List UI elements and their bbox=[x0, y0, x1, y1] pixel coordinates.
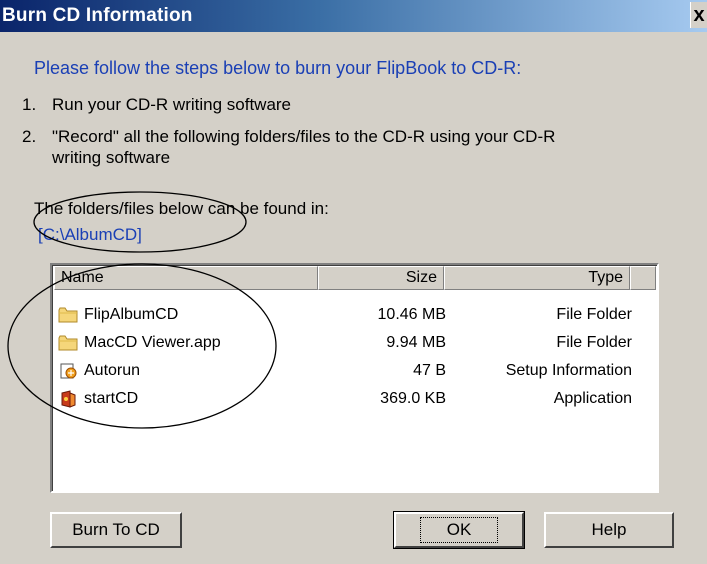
step-2-number: 2. bbox=[22, 127, 37, 146]
file-size: 47 B bbox=[413, 362, 446, 379]
ok-label: OK bbox=[419, 517, 499, 543]
file-size: 9.94 MB bbox=[386, 334, 446, 351]
list-item[interactable]: startCD 369.0 KB Application bbox=[56, 387, 646, 411]
title-bar: Burn CD Information x bbox=[0, 0, 707, 32]
file-type: File Folder bbox=[556, 334, 632, 351]
list-item[interactable]: MacCD Viewer.app 9.94 MB File Folder bbox=[56, 331, 646, 355]
burn-to-cd-label: Burn To CD bbox=[72, 520, 160, 539]
list-item[interactable]: FlipAlbumCD 10.46 MB File Folder bbox=[56, 303, 646, 327]
help-button[interactable]: Help bbox=[544, 512, 674, 548]
folder-icon bbox=[58, 307, 78, 323]
file-name: startCD bbox=[84, 390, 139, 407]
file-name: FlipAlbumCD bbox=[84, 306, 179, 323]
help-label: Help bbox=[591, 520, 627, 539]
column-header-name-label: Name bbox=[61, 269, 104, 286]
intro-text: Please follow the steps below to burn yo… bbox=[34, 58, 522, 78]
column-header-name[interactable]: Name bbox=[54, 266, 318, 290]
file-size: 369.0 KB bbox=[380, 390, 446, 407]
file-name: Autorun bbox=[84, 362, 141, 379]
file-size: 10.46 MB bbox=[377, 306, 446, 323]
file-type: Application bbox=[553, 390, 632, 407]
file-list[interactable]: Name Size Type FlipAlbumCD 10.46 MB File… bbox=[50, 263, 659, 493]
step-1-number: 1. bbox=[22, 95, 37, 114]
close-button[interactable]: x bbox=[690, 2, 707, 28]
file-type: File Folder bbox=[556, 306, 632, 323]
column-header-type[interactable]: Type bbox=[444, 266, 630, 290]
application-icon bbox=[61, 390, 76, 408]
column-header-filler bbox=[630, 266, 656, 290]
location-path: [C:\AlbumCD] bbox=[38, 225, 142, 244]
list-item[interactable]: Autorun 47 B Setup Information bbox=[56, 359, 646, 383]
column-header-size[interactable]: Size bbox=[318, 266, 444, 290]
burn-to-cd-button[interactable]: Burn To CD bbox=[50, 512, 182, 548]
step-2: 2. "Record" all the following folders/fi… bbox=[22, 126, 682, 170]
window-title: Burn CD Information bbox=[2, 5, 193, 26]
step-1-text: Run your CD-R writing software bbox=[52, 95, 292, 114]
file-name: MacCD Viewer.app bbox=[84, 334, 221, 351]
step-2-text-line1: "Record" all the following folders/files… bbox=[52, 127, 556, 146]
step-2-text-line2: writing software bbox=[52, 148, 171, 167]
ok-button[interactable]: OK bbox=[393, 511, 525, 549]
column-header-type-label: Type bbox=[588, 269, 623, 286]
step-1: 1. Run your CD-R writing software bbox=[22, 94, 662, 116]
location-label: The folders/files below can be found in: bbox=[34, 199, 329, 218]
file-type: Setup Information bbox=[505, 362, 632, 379]
column-header-size-label: Size bbox=[405, 269, 437, 286]
folder-icon bbox=[58, 335, 78, 351]
setup-info-icon bbox=[60, 363, 77, 379]
